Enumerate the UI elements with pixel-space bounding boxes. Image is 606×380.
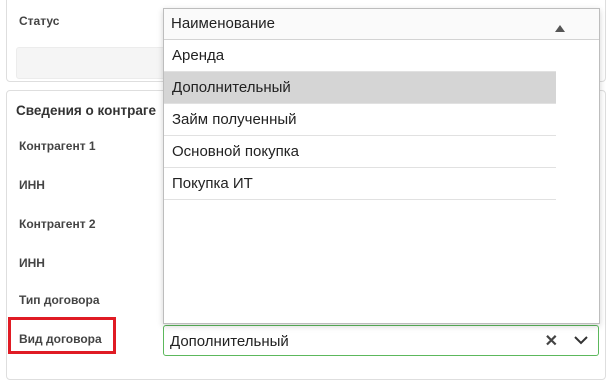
dropdown-option[interactable]: Займ полученный <box>164 104 556 136</box>
clear-icon[interactable]: ✕ <box>545 331 558 351</box>
counterparty2-label: Контрагент 2 <box>19 217 96 231</box>
contract-kind-dropdown: Наименование Аренда Дополнительный Займ … <box>163 8 600 324</box>
dropdown-option-label: Аренда <box>172 47 225 64</box>
contract-kind-select[interactable]: Дополнительный ✕ <box>163 325 599 356</box>
dropdown-option-label: Основной покупка <box>172 143 299 160</box>
dropdown-header-label: Наименование <box>171 15 275 32</box>
dropdown-option-label: Дополнительный <box>172 79 291 96</box>
dropdown-header[interactable]: Наименование <box>164 9 599 40</box>
chevron-down-icon[interactable] <box>574 335 588 345</box>
contract-kind-label: Вид договора <box>19 332 102 346</box>
dropdown-option[interactable]: Аренда <box>164 40 556 72</box>
dropdown-option-label: Покупка ИТ <box>172 175 253 192</box>
contract-type-label: Тип договора <box>19 293 100 307</box>
dropdown-option[interactable]: Покупка ИТ <box>164 168 556 200</box>
dropdown-option-label: Займ полученный <box>172 111 297 128</box>
inn2-label: ИНН <box>19 256 45 270</box>
contract-kind-value: Дополнительный <box>170 333 289 350</box>
counterparty1-label: Контрагент 1 <box>19 139 96 153</box>
sort-up-icon[interactable] <box>555 19 565 37</box>
status-label: Статус <box>19 14 60 28</box>
section-title: Сведения о контраге <box>16 103 157 118</box>
dropdown-option[interactable]: Основной покупка <box>164 136 556 168</box>
dropdown-option-selected[interactable]: Дополнительный <box>164 72 556 104</box>
inn1-label: ИНН <box>19 178 45 192</box>
